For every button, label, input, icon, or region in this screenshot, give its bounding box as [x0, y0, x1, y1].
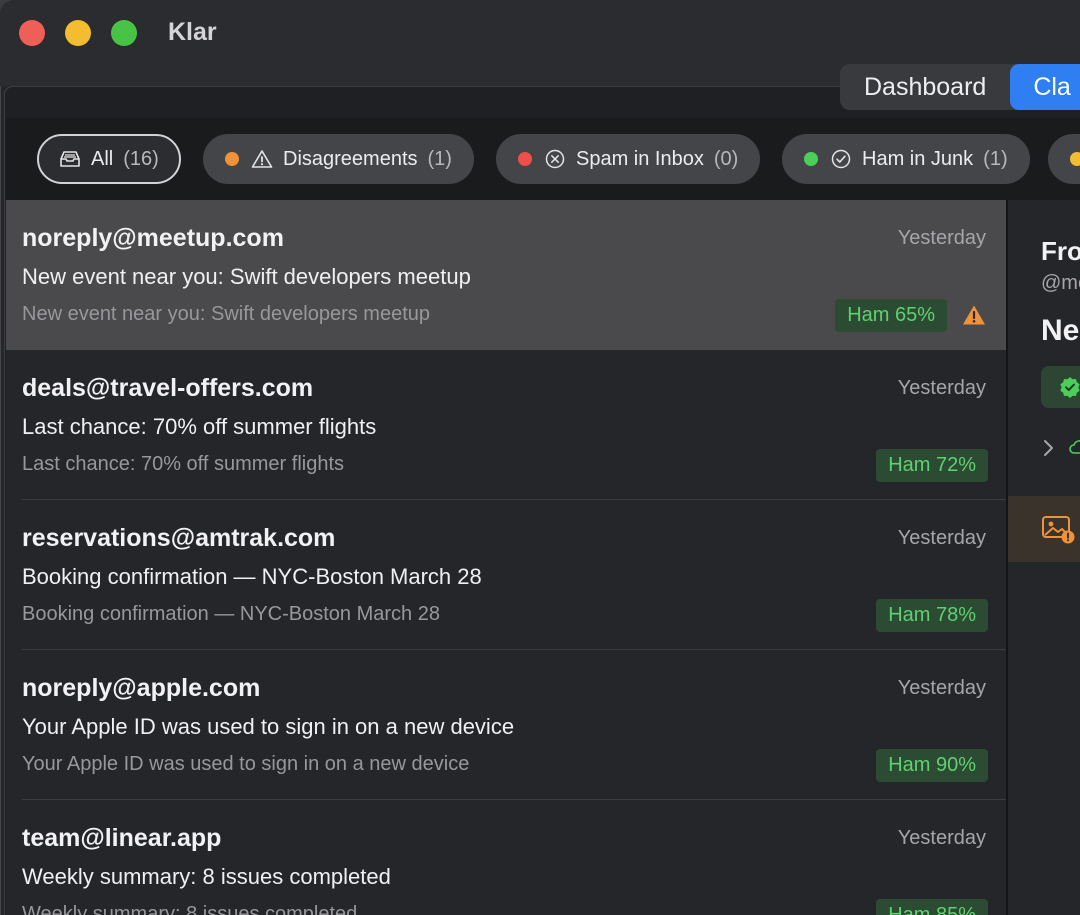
- zoom-window-button[interactable]: [111, 20, 137, 46]
- email-sender: noreply@apple.com: [22, 674, 261, 702]
- warning-triangle-icon: [251, 148, 273, 170]
- check-circle-icon: [830, 148, 852, 170]
- filter-label: Spam in Inbox: [576, 147, 704, 170]
- filter-bar: All (16) Disagreements (1) Spam in Inbox…: [6, 118, 1080, 200]
- app-window: Klar Dashboard Cla All (16) Disagreement…: [0, 0, 1080, 915]
- verified-badge-icon: [1060, 377, 1080, 398]
- ham-score-badge: Ham 72%: [876, 449, 988, 482]
- tab-dashboard[interactable]: Dashboard: [840, 64, 1010, 110]
- email-date: Yesterday: [897, 227, 986, 249]
- email-date: Yesterday: [897, 377, 986, 399]
- status-dot: [1070, 152, 1080, 166]
- status-dot: [518, 152, 532, 166]
- detail-subject: Ne: [1041, 314, 1080, 347]
- tray-icon: [59, 148, 81, 170]
- ham-score-badge: Ham 85%: [876, 899, 988, 915]
- email-sender: noreply@meetup.com: [22, 224, 284, 252]
- email-sender: deals@travel-offers.com: [22, 374, 314, 402]
- email-row[interactable]: deals@travel-offers.com Yesterday Last c…: [6, 350, 1006, 500]
- status-dot: [804, 152, 818, 166]
- email-subject: Last chance: 70% off summer flights: [22, 414, 377, 439]
- view-switcher: Dashboard Cla: [840, 64, 1080, 110]
- warning-icon: [963, 305, 985, 325]
- tab-classify[interactable]: Cla: [1010, 64, 1080, 110]
- email-sender: reservations@amtrak.com: [22, 524, 336, 552]
- email-preview: Booking confirmation — NYC-Boston March …: [22, 603, 440, 625]
- detail-sender-handle: @me: [1041, 272, 1080, 294]
- email-list[interactable]: noreply@meetup.com Yesterday New event n…: [6, 200, 1006, 915]
- filter-chip-partial[interactable]: [1048, 134, 1080, 184]
- email-sender: team@linear.app: [22, 824, 222, 852]
- email-subject: Booking confirmation — NYC-Boston March …: [22, 564, 482, 589]
- status-dot: [225, 152, 239, 166]
- email-subject: New event near you: Swift developers mee…: [22, 264, 471, 289]
- app-title: Klar: [168, 18, 217, 46]
- ham-score-badge: Ham 78%: [876, 599, 988, 632]
- detail-from-label: Fro: [1041, 236, 1080, 266]
- email-preview: Your Apple ID was used to sign in on a n…: [22, 753, 470, 775]
- filter-label: Ham in Junk: [862, 147, 974, 170]
- email-detail-pane: Fro @me Ne: [1008, 200, 1080, 915]
- email-date: Yesterday: [897, 527, 986, 549]
- filter-chip-all[interactable]: All (16): [37, 134, 181, 184]
- ham-score-badge: Ham 90%: [876, 749, 988, 782]
- close-window-button[interactable]: [19, 20, 45, 46]
- image-warning-icon: [1042, 516, 1075, 544]
- ham-score-badge: Ham 65%: [835, 299, 947, 332]
- email-row[interactable]: noreply@apple.com Yesterday Your Apple I…: [6, 650, 1006, 800]
- filter-chip-spam-in-inbox[interactable]: Spam in Inbox (0): [496, 134, 761, 184]
- email-row[interactable]: reservations@amtrak.com Yesterday Bookin…: [6, 500, 1006, 650]
- x-circle-icon: [544, 148, 566, 170]
- filter-chip-disagreements[interactable]: Disagreements (1): [203, 134, 474, 184]
- cloud-icon: [1069, 440, 1080, 454]
- email-row[interactable]: team@linear.app Yesterday Weekly summary…: [6, 800, 1006, 915]
- filter-chip-ham-in-junk[interactable]: Ham in Junk (1): [782, 134, 1030, 184]
- email-subject: Weekly summary: 8 issues completed: [22, 864, 391, 889]
- minimize-window-button[interactable]: [65, 20, 91, 46]
- email-preview: New event near you: Swift developers mee…: [22, 303, 430, 325]
- verdict-badge: [1041, 366, 1080, 408]
- email-row[interactable]: noreply@meetup.com Yesterday New event n…: [6, 200, 1006, 350]
- email-preview: Weekly summary: 8 issues completed: [22, 903, 358, 915]
- filter-count: (16): [123, 147, 159, 170]
- filter-label: Disagreements: [283, 147, 418, 170]
- filter-count: (1): [427, 147, 452, 170]
- chevron-right-icon[interactable]: [1041, 438, 1055, 458]
- filter-count: (1): [983, 147, 1008, 170]
- email-date: Yesterday: [897, 827, 986, 849]
- filter-count: (0): [713, 147, 739, 170]
- email-subject: Your Apple ID was used to sign in on a n…: [22, 714, 515, 739]
- filter-label: All: [91, 147, 114, 170]
- email-date: Yesterday: [897, 677, 986, 699]
- email-preview: Last chance: 70% off summer flights: [22, 453, 345, 475]
